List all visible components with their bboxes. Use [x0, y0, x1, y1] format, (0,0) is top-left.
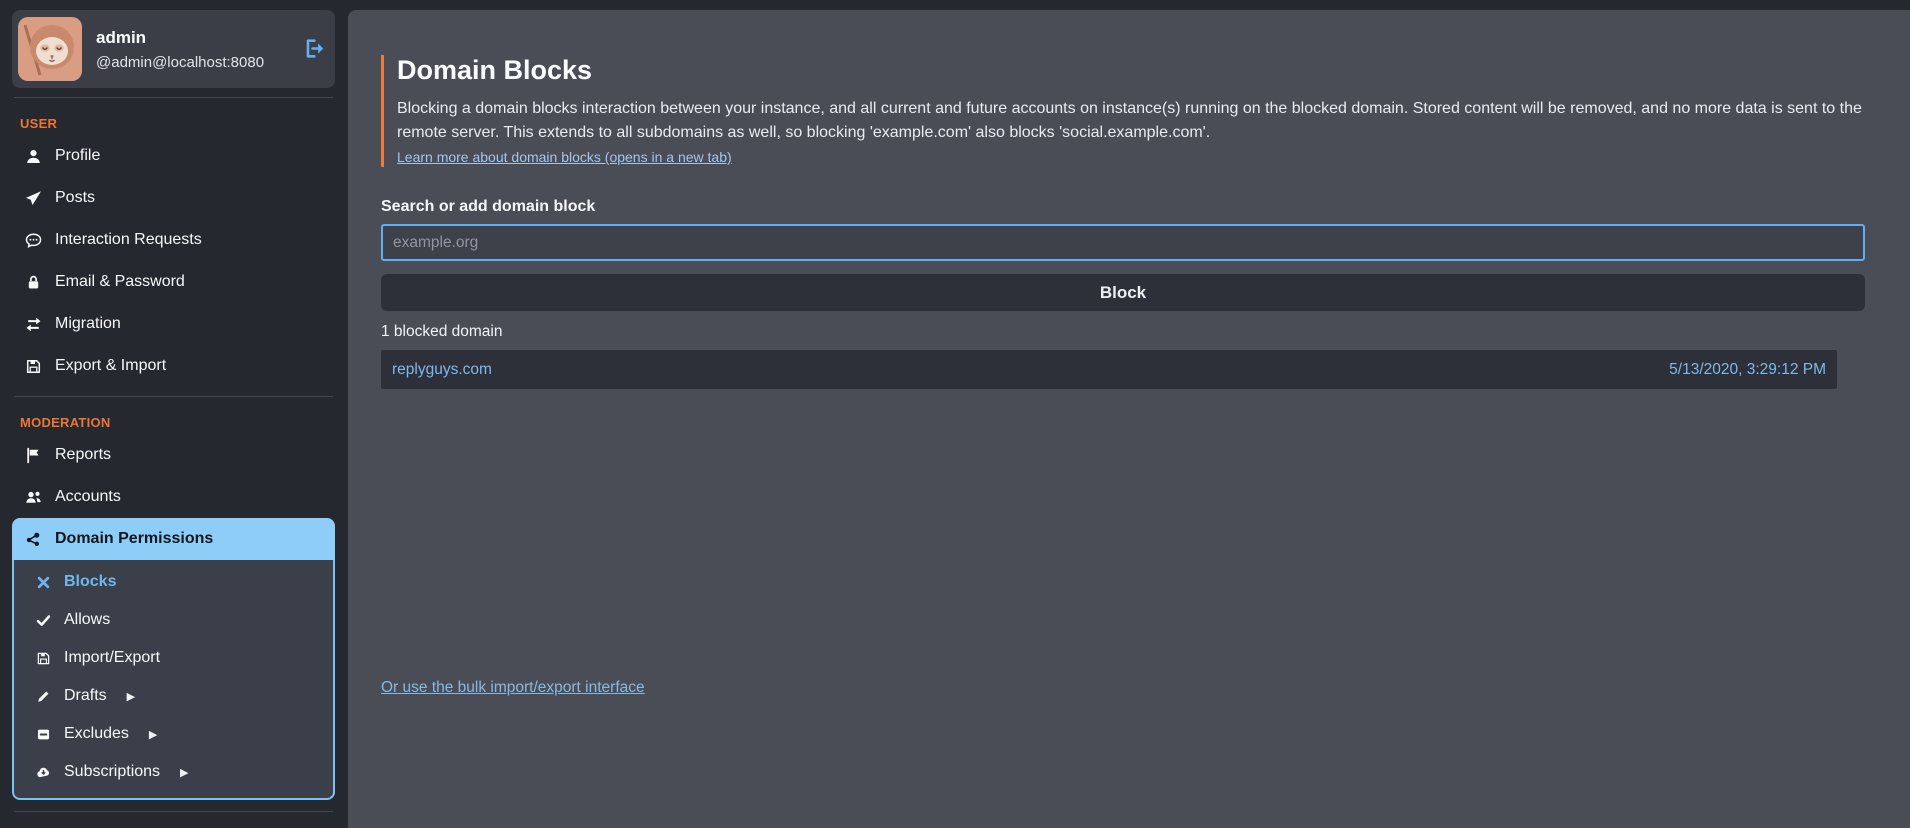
submenu-item-allows[interactable]: Allows [28, 601, 333, 639]
sidebar-item-interaction-requests[interactable]: Interaction Requests [12, 219, 335, 261]
user-card: admin @admin@localhost:8080 [12, 10, 335, 88]
sidebar-item-email-password[interactable]: Email & Password [12, 261, 335, 303]
sidebar-item-domain-permissions[interactable]: Domain Permissions [12, 518, 335, 560]
submenu-item-drafts[interactable]: Drafts ▶ [28, 677, 333, 715]
page-description: Blocking a domain blocks interaction bet… [397, 97, 1865, 145]
submenu-item-import-export[interactable]: Import/Export [28, 639, 333, 677]
sidebar-item-profile[interactable]: Profile [12, 135, 335, 177]
check-icon [36, 613, 51, 628]
submenu-item-label: Excludes [64, 725, 129, 743]
flag-icon [25, 447, 42, 464]
sidebar-divider [14, 811, 333, 812]
sidebar-item-label: Reports [55, 446, 111, 464]
blocked-domain-link[interactable]: replyguys.com [392, 361, 492, 379]
lock-icon [25, 274, 42, 291]
domain-blocks-panel: Domain Blocks Blocking a domain blocks i… [348, 10, 1910, 828]
sidebar-item-label: Profile [55, 147, 100, 165]
blocked-domain-date: 5/13/2020, 3:29:12 PM [1669, 361, 1826, 379]
page-header: Domain Blocks Blocking a domain blocks i… [381, 55, 1865, 167]
bulk-import-export-link[interactable]: Or use the bulk import/export interface [381, 679, 645, 697]
sidebar-item-reports[interactable]: Reports [12, 434, 335, 476]
submenu-item-label: Blocks [64, 573, 116, 591]
submenu-item-label: Drafts [64, 687, 107, 705]
avatar [18, 17, 82, 81]
sidebar-divider [14, 396, 333, 397]
sidebar-item-label: Export & Import [55, 357, 166, 375]
search-label: Search or add domain block [381, 198, 1865, 216]
exchange-arrows-icon [25, 316, 42, 333]
sign-out-icon [304, 47, 325, 62]
share-nodes-icon [25, 531, 42, 548]
sidebar-item-migration[interactable]: Migration [12, 303, 335, 345]
submenu-item-subscriptions[interactable]: Subscriptions ▶ [28, 753, 333, 791]
sidebar-item-label: Domain Permissions [55, 530, 213, 548]
user-meta: admin @admin@localhost:8080 [96, 28, 290, 71]
sidebar-item-label: Interaction Requests [55, 231, 202, 249]
sidebar-item-posts[interactable]: Posts [12, 177, 335, 219]
domain-search-input[interactable] [381, 224, 1865, 261]
sidebar-item-label: Migration [55, 315, 121, 333]
domain-permissions-submenu: Blocks Allows Import/Export Drafts ▶ E [12, 560, 335, 800]
users-icon [25, 489, 42, 506]
sign-out-button[interactable] [304, 38, 325, 60]
sidebar-divider [14, 97, 333, 98]
cloud-download-icon [36, 765, 51, 780]
submenu-item-blocks[interactable]: Blocks [28, 563, 333, 601]
learn-more-link[interactable]: Learn more about domain blocks (opens in… [397, 149, 732, 165]
comment-dots-icon [25, 232, 42, 249]
submenu-item-label: Subscriptions [64, 763, 160, 781]
floppy-disk-icon [25, 358, 42, 375]
block-button[interactable]: Block [381, 274, 1865, 311]
sidebar-item-label: Email & Password [55, 273, 185, 291]
caret-right-icon: ▶ [127, 690, 135, 703]
sidebar-item-label: Accounts [55, 488, 121, 506]
blocked-count: 1 blocked domain [381, 323, 1865, 341]
submenu-item-label: Import/Export [64, 649, 160, 667]
minus-square-icon [36, 727, 51, 742]
paper-plane-icon [25, 190, 42, 207]
floppy-disk-icon [36, 651, 51, 666]
caret-right-icon: ▶ [149, 728, 157, 741]
settings-sidebar: admin @admin@localhost:8080 USER Profile… [12, 10, 335, 821]
user-icon [25, 148, 42, 165]
user-display-name: admin [96, 28, 290, 48]
submenu-item-label: Allows [64, 611, 110, 629]
page-title: Domain Blocks [397, 55, 1865, 86]
pencil-icon [36, 689, 51, 704]
sidebar-item-label: Posts [55, 189, 95, 207]
sidebar-item-accounts[interactable]: Accounts [12, 476, 335, 518]
sidebar-item-export-import[interactable]: Export & Import [12, 345, 335, 387]
blocked-domain-row[interactable]: replyguys.com 5/13/2020, 3:29:12 PM [381, 350, 1837, 389]
section-heading-user: USER [12, 107, 335, 135]
submenu-item-excludes[interactable]: Excludes ▶ [28, 715, 333, 753]
caret-right-icon: ▶ [180, 766, 188, 779]
section-heading-moderation: MODERATION [12, 406, 335, 434]
x-mark-icon [36, 575, 51, 590]
user-address: @admin@localhost:8080 [96, 54, 290, 71]
